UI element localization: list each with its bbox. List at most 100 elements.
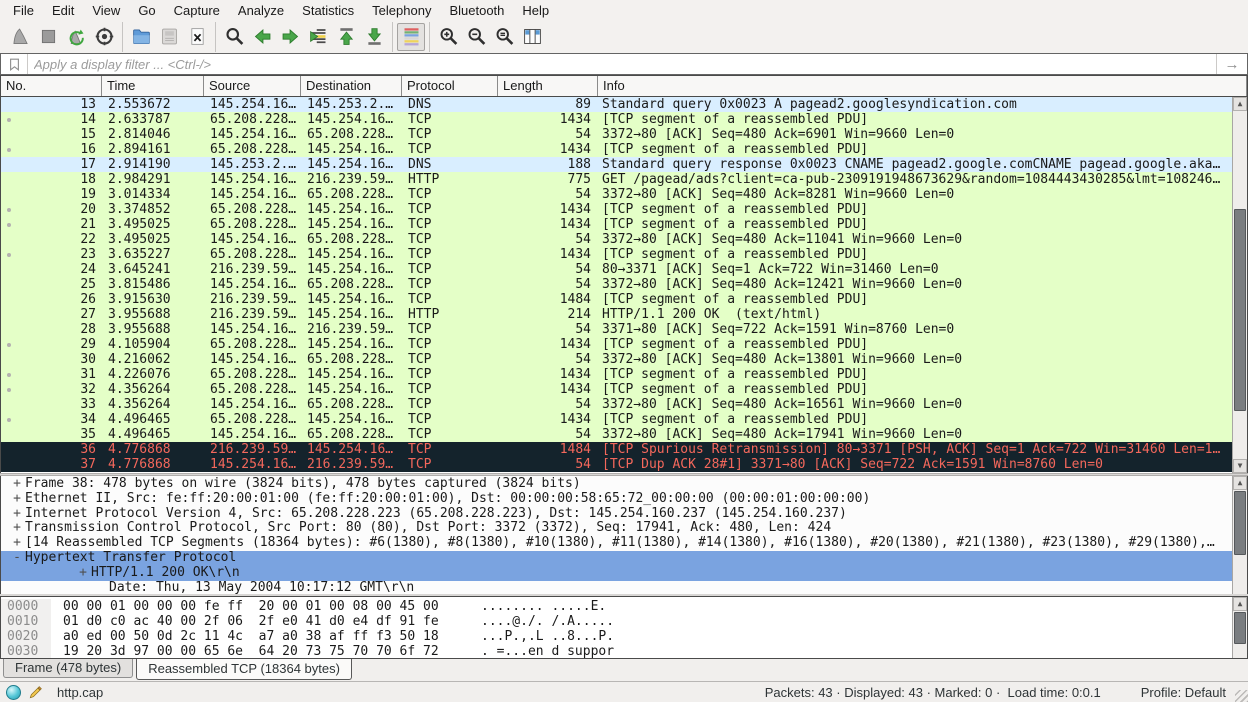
column-header-time[interactable]: Time	[102, 76, 204, 96]
packet-row[interactable]: 263.915630216.239.59…145.254.16…TCP1484[…	[1, 292, 1232, 307]
expand-expander-icon[interactable]: +	[75, 566, 91, 581]
details-scrollbar[interactable]	[1232, 476, 1247, 594]
menu-item-help[interactable]: Help	[513, 2, 558, 19]
detail-line[interactable]: +Ethernet II, Src: fe:ff:20:00:01:00 (fe…	[1, 492, 1232, 507]
packet-row[interactable]: 374.776868145.254.16…216.239.59…TCP54[TC…	[1, 457, 1232, 472]
packet-row[interactable]: 344.49646565.208.228…145.254.16…TCP1434[…	[1, 412, 1232, 427]
hex-row[interactable]: 001001 d0 c0 ac 40 00 2f 06 2f e0 41 d0 …	[1, 614, 1232, 629]
zoom-reset-button[interactable]	[490, 23, 518, 51]
byte-tab[interactable]: Reassembled TCP (18364 bytes)	[136, 658, 352, 680]
menu-item-telephony[interactable]: Telephony	[363, 2, 440, 19]
filter-bookmark-icon[interactable]	[1, 54, 28, 74]
scrollbar-thumb[interactable]	[1234, 612, 1246, 644]
resize-grip[interactable]	[1235, 690, 1248, 702]
find-packet-button[interactable]	[220, 23, 248, 51]
start-capture-button[interactable]	[6, 23, 34, 51]
menu-item-edit[interactable]: Edit	[43, 2, 83, 19]
column-header-destination[interactable]: Destination	[301, 76, 402, 96]
capture-options-button[interactable]	[90, 23, 118, 51]
hex-row[interactable]: 000000 00 01 00 00 00 fe ff 20 00 01 00 …	[1, 599, 1232, 614]
expert-info-icon[interactable]	[6, 685, 21, 700]
column-header-no[interactable]: No.	[1, 76, 102, 96]
packet-row[interactable]: 132.553672145.254.16…145.253.2.…DNS89Sta…	[1, 97, 1232, 112]
detail-line[interactable]: +[14 Reassembled TCP Segments (18364 byt…	[1, 536, 1232, 551]
detail-line[interactable]: +Internet Protocol Version 4, Src: 65.20…	[1, 507, 1232, 522]
packet-row[interactable]: 182.984291145.254.16…216.239.59…HTTP775G…	[1, 172, 1232, 187]
packet-row[interactable]: 243.645241216.239.59…145.254.16…TCP5480→…	[1, 262, 1232, 277]
packet-row[interactable]: 203.37485265.208.228…145.254.16…TCP1434[…	[1, 202, 1232, 217]
collapse-expander-icon[interactable]: -	[9, 551, 25, 566]
restart-capture-button[interactable]	[62, 23, 90, 51]
detail-line[interactable]: +Transmission Control Protocol, Src Port…	[1, 521, 1232, 536]
expand-expander-icon[interactable]: +	[9, 521, 25, 536]
packet-row[interactable]: 334.356264145.254.16…65.208.228…TCP54337…	[1, 397, 1232, 412]
scroll-up-icon[interactable]	[1233, 476, 1247, 490]
packet-row[interactable]: 233.63522765.208.228…145.254.16…TCP1434[…	[1, 247, 1232, 262]
hex-row[interactable]: 0020a0 ed 00 50 0d 2c 11 4c a7 a0 38 af …	[1, 629, 1232, 644]
scroll-up-icon[interactable]	[1233, 97, 1247, 111]
go-to-packet-button[interactable]	[304, 23, 332, 51]
profile-label[interactable]: Profile: Default	[1141, 685, 1226, 700]
detail-line[interactable]: Date: Thu, 13 May 2004 10:17:12 GMT\r\n	[1, 581, 1232, 594]
byte-tab[interactable]: Frame (478 bytes)	[3, 659, 133, 678]
zoom-out-button[interactable]	[462, 23, 490, 51]
expand-expander-icon[interactable]: +	[9, 477, 25, 492]
related-packet-dot	[7, 223, 11, 227]
menu-item-view[interactable]: View	[83, 2, 129, 19]
packet-row[interactable]: 152.814046145.254.16…65.208.228…TCP54337…	[1, 127, 1232, 142]
column-header-length[interactable]: Length	[498, 76, 598, 96]
go-last-button[interactable]	[360, 23, 388, 51]
go-first-button[interactable]	[332, 23, 360, 51]
scroll-up-icon[interactable]	[1233, 597, 1247, 611]
packet-row[interactable]: 364.776868216.239.59…145.254.16…TCP1484[…	[1, 442, 1232, 457]
status-right: Packets: 43 · Displayed: 43 · Marked: 0 …	[765, 685, 1242, 700]
scrollbar-thumb[interactable]	[1234, 209, 1246, 411]
go-forward-button[interactable]	[276, 23, 304, 51]
colorize-button[interactable]	[397, 23, 425, 51]
close-file-button[interactable]	[183, 23, 211, 51]
column-header-protocol[interactable]: Protocol	[402, 76, 498, 96]
packet-row[interactable]: 162.89416165.208.228…145.254.16…TCP1434[…	[1, 142, 1232, 157]
packet-row[interactable]: 223.495025145.254.16…65.208.228…TCP54337…	[1, 232, 1232, 247]
menu-item-statistics[interactable]: Statistics	[293, 2, 363, 19]
resize-columns-button[interactable]	[518, 23, 546, 51]
save-file-button[interactable]	[155, 23, 183, 51]
expand-expander-icon[interactable]: +	[9, 507, 25, 522]
capture-comment-icon[interactable]	[28, 685, 43, 700]
stop-capture-button[interactable]	[34, 23, 62, 51]
packet-row[interactable]: 273.955688216.239.59…145.254.16…HTTP214H…	[1, 307, 1232, 322]
menu-item-bluetooth[interactable]: Bluetooth	[440, 2, 513, 19]
column-header-info[interactable]: Info	[598, 76, 1247, 96]
packet-row[interactable]: 304.216062145.254.16…65.208.228…TCP54337…	[1, 352, 1232, 367]
hex-row[interactable]: 003019 20 3d 97 00 00 65 6e 64 20 73 75 …	[1, 644, 1232, 658]
packet-row[interactable]: 253.815486145.254.16…65.208.228…TCP54337…	[1, 277, 1232, 292]
expand-expander-icon[interactable]: +	[9, 536, 25, 551]
menu-item-analyze[interactable]: Analyze	[229, 2, 293, 19]
packet-row[interactable]: 172.914190145.253.2.…145.254.16…DNS188St…	[1, 157, 1232, 172]
bytes-scrollbar[interactable]	[1232, 597, 1247, 658]
detail-line[interactable]: -Hypertext Transfer Protocol	[1, 551, 1232, 566]
zoom-in-button[interactable]	[434, 23, 462, 51]
scrollbar-thumb[interactable]	[1234, 491, 1246, 555]
open-file-button[interactable]	[127, 23, 155, 51]
menu-item-file[interactable]: File	[4, 2, 43, 19]
column-header-source[interactable]: Source	[204, 76, 301, 96]
display-filter-input[interactable]	[28, 54, 1216, 74]
expand-expander-icon[interactable]: +	[9, 492, 25, 507]
packet-row[interactable]: 294.10590465.208.228…145.254.16…TCP1434[…	[1, 337, 1232, 352]
packet-row[interactable]: 193.014334145.254.16…65.208.228…TCP54337…	[1, 187, 1232, 202]
menu-item-capture[interactable]: Capture	[165, 2, 229, 19]
packet-row[interactable]: 142.63378765.208.228…145.254.16…TCP1434[…	[1, 112, 1232, 127]
detail-line[interactable]: +Frame 38: 478 bytes on wire (3824 bits)…	[1, 477, 1232, 492]
menu-item-go[interactable]: Go	[129, 2, 164, 19]
packet-row[interactable]: 283.955688145.254.16…216.239.59…TCP54337…	[1, 322, 1232, 337]
packet-row[interactable]: 314.22607665.208.228…145.254.16…TCP1434[…	[1, 367, 1232, 382]
apply-filter-icon[interactable]	[1216, 54, 1247, 74]
packet-row[interactable]: 213.49502565.208.228…145.254.16…TCP1434[…	[1, 217, 1232, 232]
scroll-down-icon[interactable]	[1233, 459, 1247, 473]
packet-row[interactable]: 324.35626465.208.228…145.254.16…TCP1434[…	[1, 382, 1232, 397]
packet-row[interactable]: 354.496465145.254.16…65.208.228…TCP54337…	[1, 427, 1232, 442]
go-back-button[interactable]	[248, 23, 276, 51]
detail-line[interactable]: +HTTP/1.1 200 OK\r\n	[1, 566, 1232, 581]
packet-list-scrollbar[interactable]	[1232, 97, 1247, 473]
